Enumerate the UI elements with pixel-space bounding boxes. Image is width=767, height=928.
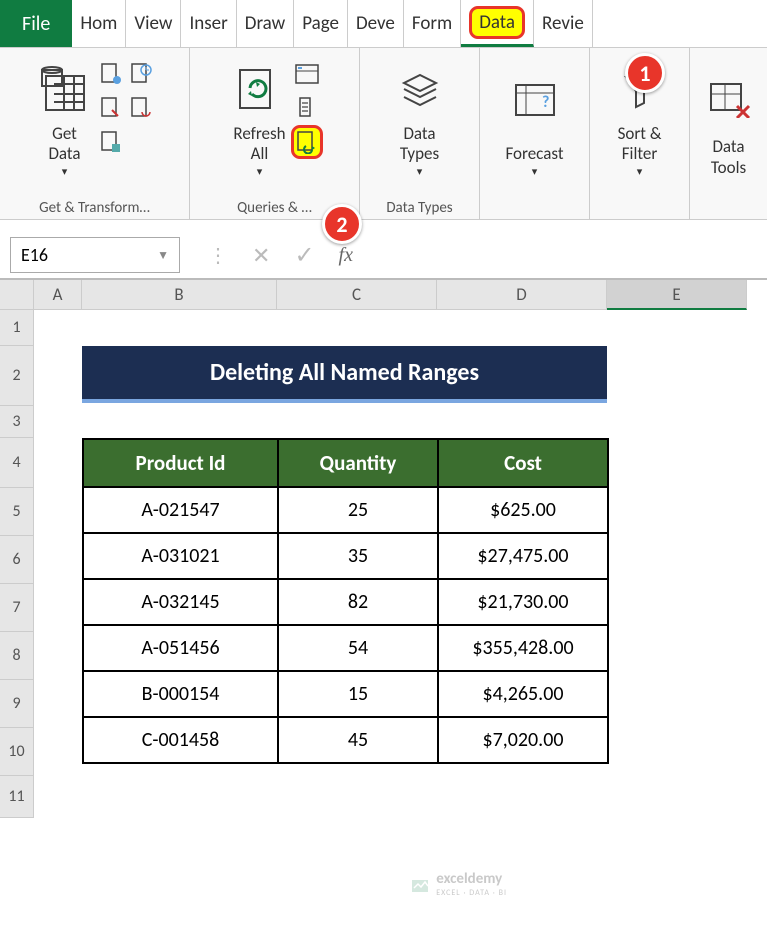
- tab-view[interactable]: View: [126, 0, 181, 47]
- col-A[interactable]: A: [34, 280, 82, 310]
- cell-product[interactable]: C-001458: [83, 717, 278, 763]
- watermark-icon: [410, 874, 430, 894]
- cell-product[interactable]: A-051456: [83, 625, 278, 671]
- row-4[interactable]: 4: [0, 438, 34, 488]
- group-data-tools: Data Tools: [690, 48, 767, 219]
- column-headers: A B C D E: [34, 280, 767, 310]
- row-3[interactable]: 3: [0, 406, 34, 438]
- group-data-types: Data Types ▾ Data Types: [360, 48, 480, 219]
- row-9[interactable]: 9: [0, 680, 34, 728]
- data-types-icon: [396, 69, 444, 113]
- th-qty: Quantity: [278, 439, 438, 487]
- fx-icon[interactable]: fx: [339, 244, 353, 267]
- cell-product[interactable]: A-021547: [83, 487, 278, 533]
- formula-bar: E16 ▼ ⋮ ✕ ✓ fx: [0, 232, 767, 280]
- th-product: Product Id: [83, 439, 278, 487]
- tab-page[interactable]: Page: [294, 0, 348, 47]
- chevron-down-icon[interactable]: ▼: [157, 248, 169, 263]
- group-get-transform: Get Data ▾ Get & Transform…: [0, 48, 190, 219]
- tab-draw[interactable]: Draw: [237, 0, 294, 47]
- cell-cost[interactable]: $21,730.00: [438, 579, 608, 625]
- formula-more-icon[interactable]: ⋮: [208, 243, 228, 268]
- svg-text:?: ?: [542, 93, 549, 112]
- cell-cost[interactable]: $27,475.00: [438, 533, 608, 579]
- tab-data[interactable]: Data: [461, 0, 534, 47]
- callout-1: 1: [625, 53, 665, 93]
- tab-developer[interactable]: Deve: [348, 0, 404, 47]
- cell-cost[interactable]: $7,020.00: [438, 717, 608, 763]
- title-banner: Deleting All Named Ranges: [82, 346, 607, 403]
- tab-data-highlight: Data: [469, 6, 525, 39]
- cell-qty[interactable]: 45: [278, 717, 438, 763]
- cell-cost[interactable]: $355,428.00: [438, 625, 608, 671]
- edit-links-highlight: [291, 125, 323, 159]
- table-row: C-00145845$7,020.00: [83, 717, 608, 763]
- col-C[interactable]: C: [277, 280, 437, 310]
- cell-qty[interactable]: 15: [278, 671, 438, 717]
- col-B[interactable]: B: [82, 280, 277, 310]
- cell-product[interactable]: B-000154: [83, 671, 278, 717]
- row-7[interactable]: 7: [0, 584, 34, 632]
- forecast-icon: ?: [512, 81, 558, 121]
- cell-qty[interactable]: 54: [278, 625, 438, 671]
- row-1[interactable]: 1: [0, 310, 34, 346]
- queries-connections-icon[interactable]: [292, 60, 322, 88]
- data-table: Product Id Quantity Cost A-02154725$625.…: [82, 438, 609, 764]
- table-row: B-00015415$4,265.00: [83, 671, 608, 717]
- table-row: A-05145654$355,428.00: [83, 625, 608, 671]
- refresh-all-button[interactable]: Refresh All ▾: [227, 54, 291, 182]
- ribbon-tabs: File Hom View Inser Draw Page Deve Form …: [0, 0, 767, 48]
- recent-sources-icon[interactable]: [126, 60, 156, 88]
- forecast-button[interactable]: ? Forecast ▾: [499, 54, 569, 182]
- tab-file[interactable]: File: [0, 0, 72, 47]
- table-row: A-03214582$21,730.00: [83, 579, 608, 625]
- group-label-data-types: Data Types: [368, 197, 471, 217]
- from-web-icon[interactable]: [96, 94, 126, 122]
- th-cost: Cost: [438, 439, 608, 487]
- tab-formulas[interactable]: Form: [404, 0, 461, 47]
- cancel-icon[interactable]: ✕: [252, 242, 270, 269]
- tab-home[interactable]: Hom: [72, 0, 126, 47]
- group-forecast: ? Forecast ▾: [480, 48, 590, 219]
- select-all-corner[interactable]: [0, 280, 34, 310]
- cell-product[interactable]: A-032145: [83, 579, 278, 625]
- cell-qty[interactable]: 35: [278, 533, 438, 579]
- row-8[interactable]: 8: [0, 632, 34, 680]
- existing-connections-icon[interactable]: [126, 94, 156, 122]
- table-row: A-02154725$625.00: [83, 487, 608, 533]
- spreadsheet-grid: 1234567891011 A B C D E Deleting All Nam…: [0, 280, 767, 818]
- confirm-icon[interactable]: ✓: [294, 241, 314, 270]
- properties-icon[interactable]: [292, 94, 322, 122]
- cell-product[interactable]: A-031021: [83, 533, 278, 579]
- cell-qty[interactable]: 25: [278, 487, 438, 533]
- data-tools-button[interactable]: Data Tools: [701, 54, 757, 182]
- row-6[interactable]: 6: [0, 536, 34, 584]
- col-D[interactable]: D: [437, 280, 607, 310]
- cell-qty[interactable]: 82: [278, 579, 438, 625]
- data-types-button[interactable]: Data Types ▾: [390, 54, 450, 182]
- row-10[interactable]: 10: [0, 728, 34, 776]
- row-2[interactable]: 2: [0, 346, 34, 406]
- get-data-button[interactable]: Get Data ▾: [34, 54, 96, 182]
- cell-cost[interactable]: $4,265.00: [438, 671, 608, 717]
- tab-review[interactable]: Revie: [534, 0, 593, 47]
- cell-cost[interactable]: $625.00: [438, 487, 608, 533]
- from-table-icon[interactable]: [96, 128, 126, 156]
- group-queries: Refresh All ▾ Queries & …: [190, 48, 360, 219]
- refresh-icon: [236, 68, 282, 114]
- watermark: exceldemy EXCEL · DATA · BI: [410, 870, 507, 898]
- group-label-get-transform: Get & Transform…: [8, 197, 181, 217]
- name-box[interactable]: E16 ▼: [10, 237, 180, 273]
- row-11[interactable]: 11: [0, 776, 34, 818]
- tab-insert[interactable]: Inser: [181, 0, 236, 47]
- row-5[interactable]: 5: [0, 488, 34, 536]
- edit-links-icon[interactable]: [292, 128, 322, 156]
- table-row: A-03102135$27,475.00: [83, 533, 608, 579]
- col-E[interactable]: E: [607, 280, 747, 310]
- from-text-icon[interactable]: [96, 60, 126, 88]
- callout-2: 2: [322, 204, 362, 244]
- database-icon: [40, 66, 90, 116]
- data-tools-icon: [707, 78, 751, 118]
